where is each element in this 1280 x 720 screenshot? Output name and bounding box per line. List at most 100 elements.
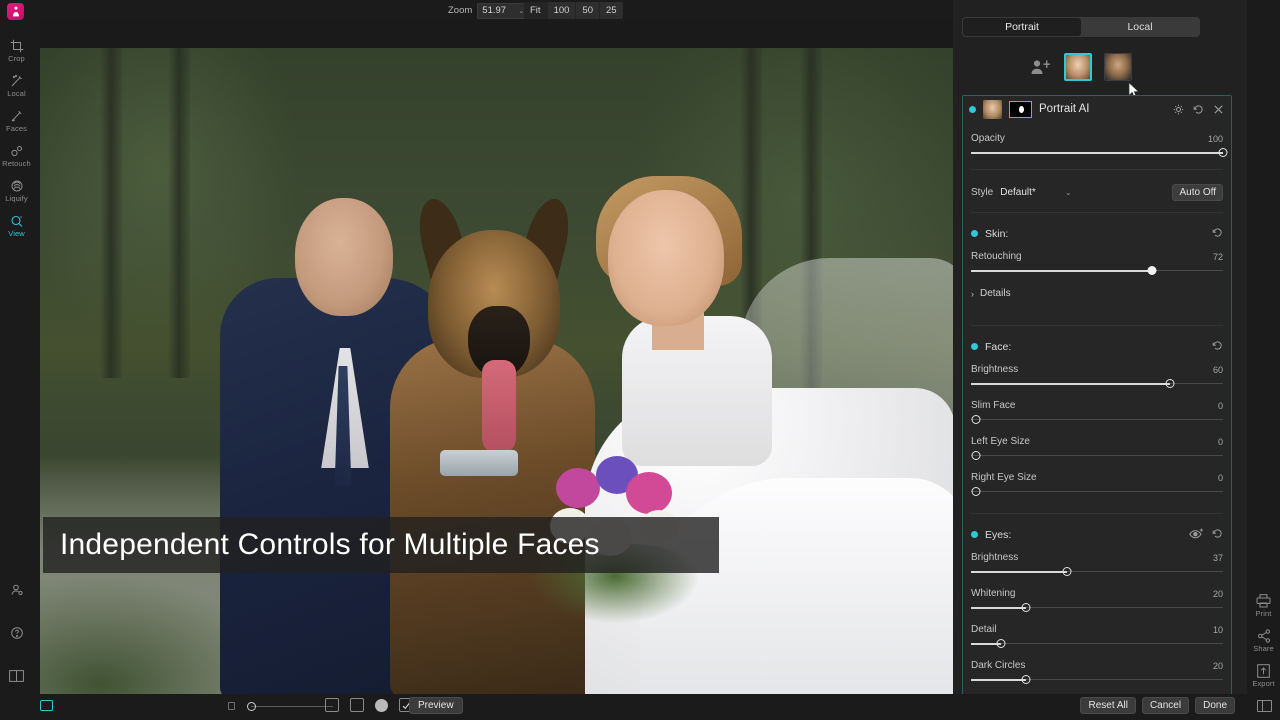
sidebar-label-retouch: Retouch (2, 158, 31, 168)
skin-enabled-dot[interactable] (971, 230, 978, 237)
zoom-label: Zoom (448, 5, 473, 16)
cancel-button[interactable]: Cancel (1141, 697, 1190, 714)
application-window: Zoom 51.97 ⌄ Fit 100 50 25 Crop Local Fa… (0, 0, 1280, 720)
zoom-value: 51.97 (482, 5, 507, 16)
letter-a-icon[interactable]: letter-a-icon (350, 698, 364, 712)
opacity-value: 100 (1207, 133, 1223, 144)
eyes-brightness-label: Brightness (971, 552, 1019, 563)
right-panel: Portrait Local Edit (953, 0, 1280, 720)
section-header-eyes: Eyes: (971, 528, 1223, 541)
print-button[interactable]: Print (1247, 589, 1280, 622)
dog-bowtie (440, 450, 518, 476)
eyes-detail-label: Detail (971, 624, 997, 635)
bride-face[interactable] (608, 190, 724, 326)
bottom-slider-group (228, 698, 333, 714)
sidebar-item-faces[interactable]: Faces (0, 104, 33, 137)
gear-icon[interactable] (1172, 103, 1185, 116)
tab-portrait[interactable]: Portrait (963, 18, 1081, 36)
photo-preview[interactable] (40, 48, 953, 694)
share-button[interactable]: Share (1247, 624, 1280, 657)
eyes-enabled-dot[interactable] (971, 531, 978, 538)
section-header-face: Face: (971, 340, 1223, 353)
square-icon[interactable] (325, 698, 339, 712)
divider (971, 325, 1223, 326)
export-button[interactable]: Export (1247, 659, 1280, 692)
left-eye-size-value: 0 (1217, 436, 1223, 447)
face-brightness-slider[interactable] (971, 378, 1223, 389)
skin-details-toggle[interactable]: › Details (971, 288, 1223, 299)
face-thumb-bride[interactable] (1064, 53, 1092, 81)
close-icon[interactable] (1212, 103, 1225, 116)
filled-circle-icon[interactable] (375, 698, 388, 712)
eye-add-icon[interactable] (1189, 526, 1204, 544)
retouching-slider[interactable] (971, 265, 1223, 276)
fit-button-50[interactable]: 50 (576, 2, 600, 19)
thumbnail-size-icon (228, 702, 235, 710)
layer-title: Portrait AI (1039, 103, 1090, 115)
reset-icon[interactable] (1212, 526, 1223, 544)
sidebar-item-local[interactable]: Local (0, 69, 33, 102)
dark-circles-slider[interactable] (971, 674, 1223, 685)
divider (971, 169, 1223, 170)
compare-panel-icon[interactable] (0, 659, 33, 692)
sidebar-item-retouch[interactable]: Retouch (0, 139, 33, 172)
share-icon (1257, 629, 1271, 644)
fit-button-100[interactable]: 100 (548, 2, 577, 19)
divider (971, 212, 1223, 213)
right-eye-size-slider[interactable] (971, 486, 1223, 497)
crop-frame-icon[interactable] (40, 700, 53, 711)
preview-button[interactable]: Preview (409, 697, 463, 714)
tab-local[interactable]: Local (1081, 18, 1199, 36)
app-logo-icon[interactable] (7, 3, 24, 20)
layer-enabled-dot[interactable] (969, 105, 976, 113)
view-icon (10, 214, 24, 229)
groom-face[interactable] (295, 198, 393, 316)
eyes-brightness-slider[interactable] (971, 566, 1223, 577)
zoom-select[interactable]: 51.97 ⌄ (477, 2, 530, 19)
opacity-slider[interactable] (971, 147, 1228, 158)
layer-thumbnail[interactable] (983, 99, 1002, 119)
style-value[interactable]: Default* (1000, 187, 1036, 198)
right-eye-size-control: Right Eye Size 0 (971, 471, 1223, 497)
right-eye-size-value: 0 (1217, 472, 1223, 483)
face-enabled-dot[interactable] (971, 343, 978, 350)
fit-button-fit[interactable]: Fit (524, 2, 548, 19)
fit-button-25[interactable]: 25 (600, 2, 623, 19)
export-icon (1257, 664, 1270, 679)
image-canvas[interactable]: Independent Controls for Multiple Faces (33, 22, 953, 694)
slim-face-slider[interactable] (971, 414, 1223, 425)
bottom-action-buttons: Reset All Cancel Done (1080, 697, 1235, 714)
reset-all-button[interactable]: Reset All (1080, 697, 1136, 714)
help-icon[interactable] (0, 616, 33, 649)
thumbnail-size-slider[interactable] (243, 698, 333, 714)
add-face-icon[interactable] (1030, 57, 1052, 77)
section-name-face: Face: (985, 340, 1012, 353)
eyes-detail-slider[interactable] (971, 638, 1223, 649)
reset-icon[interactable] (1192, 103, 1205, 116)
portrait-ai-layer-card: Portrait AI Opacity 100 Style Default* ⌄… (962, 95, 1232, 698)
side-panel-icon[interactable] (1257, 700, 1272, 712)
style-label: Style (971, 187, 994, 198)
auto-toggle-button[interactable]: Auto Off (1172, 184, 1223, 201)
bottom-view-icons: letter-a-icon (325, 698, 413, 712)
reset-icon[interactable] (1212, 338, 1223, 356)
slim-face-label: Slim Face (971, 400, 1016, 411)
sidebar-item-view[interactable]: View (0, 209, 33, 242)
done-button[interactable]: Done (1195, 697, 1235, 714)
sidebar-item-liquify[interactable]: Liquify (0, 174, 33, 207)
opacity-label: Opacity (971, 133, 1005, 144)
left-eye-size-slider[interactable] (971, 450, 1223, 461)
bouquet-flower (626, 472, 672, 514)
panel-tabs: Portrait Local (962, 17, 1200, 37)
face-thumb-groom[interactable] (1104, 53, 1132, 81)
retouch-icon (10, 144, 24, 159)
reset-icon[interactable] (1212, 225, 1223, 243)
whitening-slider[interactable] (971, 602, 1223, 613)
divider (971, 513, 1223, 514)
sidebar-item-crop[interactable]: Crop (0, 34, 33, 67)
account-icon[interactable] (0, 573, 33, 606)
layer-header[interactable]: Portrait AI (963, 96, 1231, 122)
chevron-down-icon[interactable]: ⌄ (1065, 188, 1072, 197)
slim-face-control: Slim Face 0 (971, 399, 1223, 425)
layer-mask-thumbnail[interactable] (1009, 100, 1032, 118)
